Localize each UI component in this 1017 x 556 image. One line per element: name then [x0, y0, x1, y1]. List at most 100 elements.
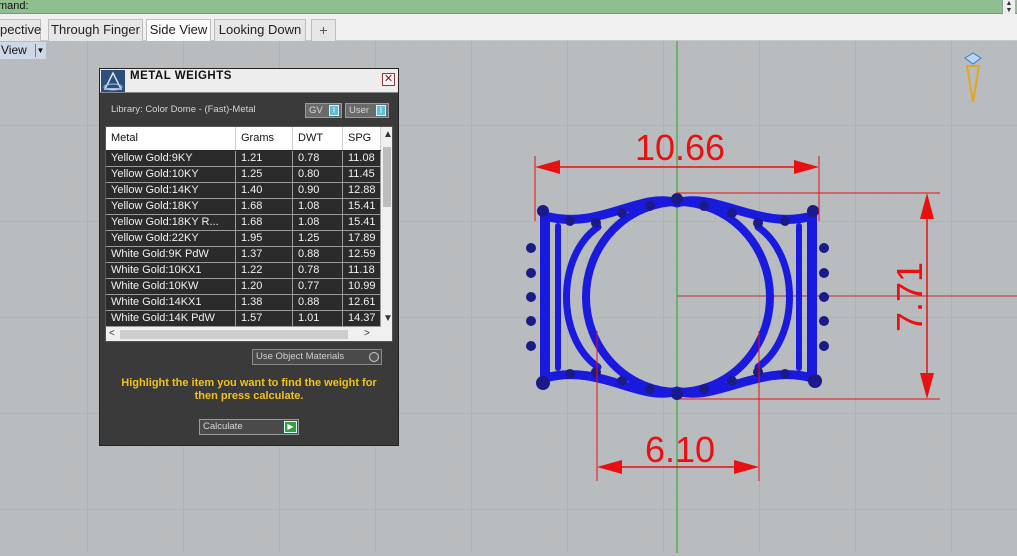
gv-toggle[interactable]: GV I	[305, 103, 342, 118]
cell-spg: 11.45	[343, 167, 381, 183]
command-bar[interactable]: mand: ▲ ▼	[0, 0, 1017, 14]
table-row[interactable]: White Gold:10KX1 1.22 0.78 11.18	[106, 263, 381, 279]
use-object-materials-option[interactable]: Use Object Materials	[252, 349, 382, 365]
cell-grams: 1.20	[236, 279, 293, 295]
dialog-titlebar[interactable]: METAL WEIGHTS ✕	[100, 69, 398, 93]
cell-metal: Yellow Gold:14KY	[106, 183, 236, 199]
gv-toggle-label: GV	[309, 105, 323, 116]
user-toggle[interactable]: User I	[345, 103, 389, 118]
scroll-thumb[interactable]	[120, 330, 348, 339]
cell-spg: 15.41	[343, 215, 381, 231]
table-row[interactable]: Yellow Gold:18KY 1.68 1.08 15.41	[106, 199, 381, 215]
tab-perspective[interactable]: pective	[0, 19, 41, 41]
cell-spg: 14.37	[343, 311, 381, 327]
table-header: Metal Grams DWT SPG	[106, 127, 381, 150]
table-row[interactable]: Yellow Gold:10KY 1.25 0.80 11.45	[106, 167, 381, 183]
dimension-width-label: 10.66	[635, 127, 725, 168]
cell-grams: 1.68	[236, 199, 293, 215]
cell-metal: Yellow Gold:9KY	[106, 151, 236, 167]
library-label: Library: Color Dome - (Fast)-Metal	[111, 104, 256, 115]
column-header-spg[interactable]: SPG	[343, 127, 381, 150]
close-icon[interactable]: ✕	[382, 73, 395, 86]
cell-dwt: 0.78	[293, 151, 343, 167]
metal-weights-dialog: METAL WEIGHTS ✕ Library: Color Dome - (F…	[99, 68, 399, 446]
cell-dwt: 0.90	[293, 183, 343, 199]
play-icon: ▶	[284, 421, 297, 433]
scroll-left-icon[interactable]: <	[109, 328, 115, 340]
cell-spg: 11.18	[343, 263, 381, 279]
viewport-menu[interactable]: View ▼	[0, 42, 46, 59]
table-row[interactable]: Yellow Gold:18KY R... 1.68 1.08 15.41	[106, 215, 381, 231]
diamond-pin-icon[interactable]	[962, 52, 984, 104]
scroll-right-icon[interactable]: >	[364, 328, 370, 340]
calculate-label: Calculate	[203, 421, 243, 432]
table-row[interactable]: White Gold:14K PdW 1.57 1.01 14.37	[106, 311, 381, 327]
cell-dwt: 0.80	[293, 167, 343, 183]
dimension-inner-label: 6.10	[645, 429, 715, 470]
column-header-metal[interactable]: Metal	[106, 127, 236, 150]
horizontal-scrollbar[interactable]: < >	[106, 327, 392, 341]
table-row[interactable]: White Gold:14KX1 1.38 0.88 12.61	[106, 295, 381, 311]
cell-metal: Yellow Gold:18KY R...	[106, 215, 236, 231]
tab-side-view[interactable]: Side View	[146, 19, 211, 41]
cell-metal: White Gold:14KX1	[106, 295, 236, 311]
cell-grams: 1.21	[236, 151, 293, 167]
cell-dwt: 1.25	[293, 231, 343, 247]
viewport-label: View	[1, 43, 27, 57]
dialog-title: METAL WEIGHTS	[130, 70, 232, 82]
table-row[interactable]: Yellow Gold:22KY 1.95 1.25 17.89	[106, 231, 381, 247]
cell-grams: 1.22	[236, 263, 293, 279]
cell-grams: 1.38	[236, 295, 293, 311]
cell-grams: 1.57	[236, 311, 293, 327]
cell-grams: 1.40	[236, 183, 293, 199]
cell-dwt: 0.77	[293, 279, 343, 295]
cell-spg: 17.89	[343, 231, 381, 247]
tab-through-finger[interactable]: Through Finger	[48, 19, 143, 41]
use-object-materials-label: Use Object Materials	[256, 351, 345, 362]
cell-dwt: 1.01	[293, 311, 343, 327]
cell-dwt: 0.88	[293, 247, 343, 263]
cell-metal: Yellow Gold:18KY	[106, 199, 236, 215]
toggle-switch-icon: I	[329, 105, 339, 116]
table-row[interactable]: Yellow Gold:14KY 1.40 0.90 12.88	[106, 183, 381, 199]
command-scroll-icon[interactable]: ▲ ▼	[1002, 0, 1015, 14]
radio-icon[interactable]	[369, 352, 379, 362]
add-tab-button[interactable]: +	[311, 19, 336, 41]
cell-metal: White Gold:9K PdW	[106, 247, 236, 263]
app-logo-icon	[101, 70, 125, 92]
cell-metal: Yellow Gold:22KY	[106, 231, 236, 247]
cell-grams: 1.37	[236, 247, 293, 263]
cell-metal: White Gold:10KW	[106, 279, 236, 295]
scroll-up-icon[interactable]: ▲	[383, 129, 392, 141]
table-row[interactable]: White Gold:9K PdW 1.37 0.88 12.59	[106, 247, 381, 263]
cell-spg: 11.08	[343, 151, 381, 167]
toggle-switch-icon: I	[376, 105, 386, 116]
cell-grams: 1.95	[236, 231, 293, 247]
table-row[interactable]: White Gold:10KW 1.20 0.77 10.99	[106, 279, 381, 295]
instruction-text: Highlight the item you want to find the …	[121, 377, 377, 402]
column-header-grams[interactable]: Grams	[236, 127, 293, 150]
chevron-down-icon[interactable]: ▼	[35, 44, 45, 57]
cell-grams: 1.68	[236, 215, 293, 231]
command-label: mand:	[0, 0, 29, 12]
cell-metal: White Gold:10KX1	[106, 263, 236, 279]
cell-spg: 12.61	[343, 295, 381, 311]
table-row[interactable]: Yellow Gold:9KY 1.21 0.78 11.08	[106, 151, 381, 167]
cell-dwt: 0.88	[293, 295, 343, 311]
cell-metal: White Gold:14K PdW	[106, 311, 236, 327]
metal-table[interactable]: Metal Grams DWT SPG Yellow Gold:9KY 1.21 0…	[105, 126, 393, 342]
cell-grams: 1.25	[236, 167, 293, 183]
user-toggle-label: User	[349, 105, 370, 116]
vertical-scrollbar[interactable]: ▲ ▼	[381, 127, 392, 327]
cell-metal: Yellow Gold:10KY	[106, 167, 236, 183]
scroll-thumb[interactable]	[383, 147, 391, 207]
cell-dwt: 1.08	[293, 199, 343, 215]
cell-spg: 12.59	[343, 247, 381, 263]
cell-dwt: 0.78	[293, 263, 343, 279]
dimension-height-label: 7.71	[889, 262, 930, 332]
cell-dwt: 1.08	[293, 215, 343, 231]
calculate-button[interactable]: Calculate ▶	[199, 419, 299, 435]
tab-looking-down[interactable]: Looking Down	[214, 19, 306, 41]
scroll-down-icon[interactable]: ▼	[383, 313, 392, 325]
column-header-dwt[interactable]: DWT	[293, 127, 343, 150]
